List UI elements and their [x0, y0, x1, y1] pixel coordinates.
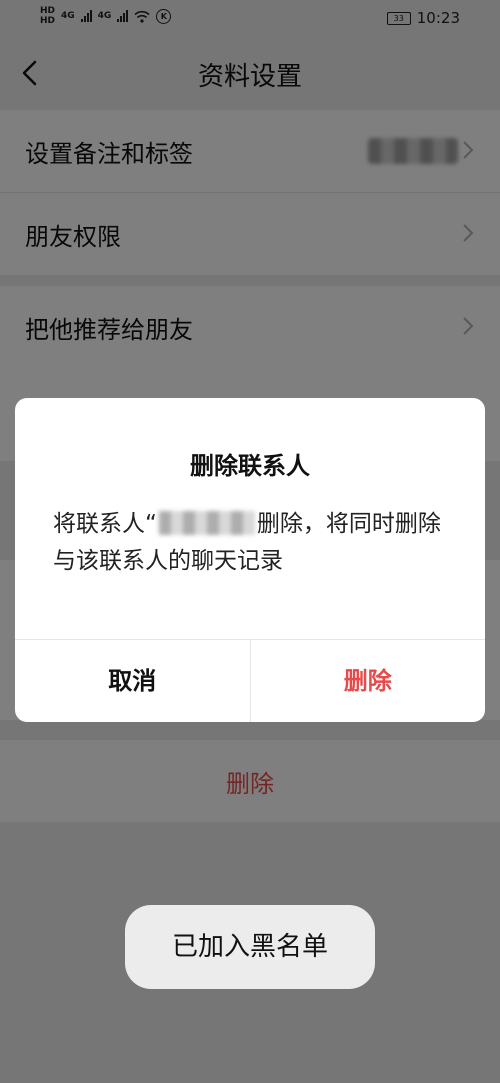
- confirm-delete-button[interactable]: 删除: [251, 640, 486, 722]
- delete-contact-dialog: 删除联系人 将联系人“ 删除，将同时删除与该联系人的聊天记录 取消 删除: [15, 398, 485, 722]
- dialog-actions: 取消 删除: [15, 639, 485, 722]
- cancel-button[interactable]: 取消: [15, 640, 251, 722]
- dialog-title: 删除联系人: [190, 452, 310, 480]
- dialog-message-prefix: 将联系人“: [53, 511, 157, 537]
- dialog-message: 将联系人“ 删除，将同时删除与该联系人的聊天记录: [53, 506, 447, 580]
- blurred-contact-name: [158, 511, 255, 535]
- toast-message: 已加入黑名单: [125, 905, 375, 989]
